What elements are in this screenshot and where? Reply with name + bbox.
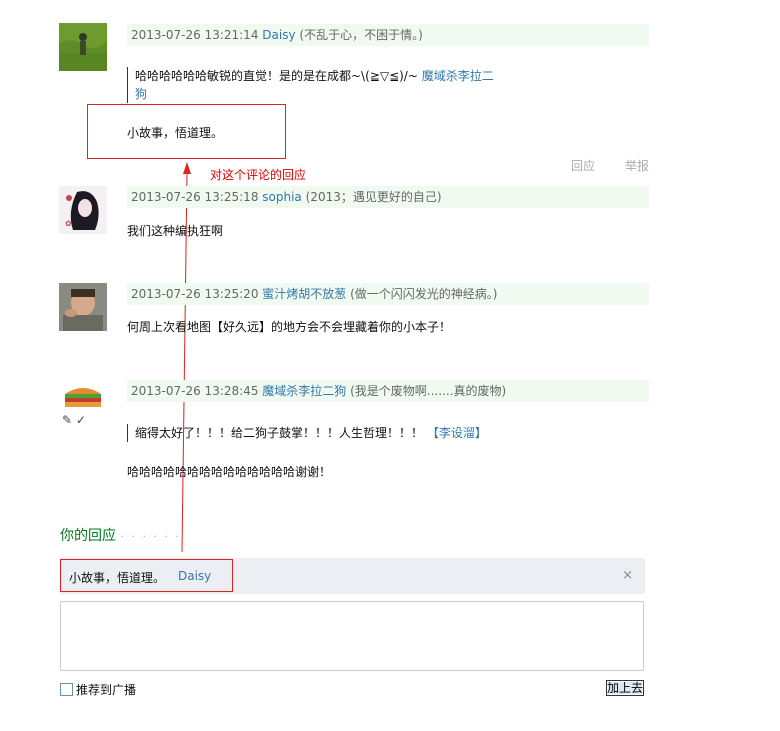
comment-meta: 2013-07-26 13:25:20 蜜汁烤胡不放葱 (做一个闪闪发光的神经病… xyxy=(127,283,649,305)
comment-meta: 2013-07-26 13:28:45 魔域杀李拉二狗 (我是个废物啊.....… xyxy=(127,380,649,402)
avatar-image: ✎ ✓ xyxy=(59,380,107,428)
comment-timestamp: 2013-07-26 13:21:14 xyxy=(131,28,259,42)
avatar-user[interactable] xyxy=(59,283,107,331)
avatar-daisy[interactable] xyxy=(59,23,107,71)
reply-action[interactable]: 回应 xyxy=(571,157,595,174)
reply-title-dots: · · · · · · xyxy=(120,530,181,543)
avatar-image xyxy=(59,23,107,71)
comment-signature: (我是个废物啊.......真的废物) xyxy=(350,384,507,398)
comment-body: 何周上次看地图【好久远】的地方会不会埋藏着你的小本子！ xyxy=(127,320,452,334)
submit-button[interactable]: 加上去 xyxy=(606,680,644,696)
avatar-moyu[interactable]: ✎ ✓ xyxy=(59,380,107,428)
svg-text:✎ ✓: ✎ ✓ xyxy=(62,413,86,427)
comment-body: 我们这种编执狂啊 xyxy=(127,224,224,238)
comment-timestamp: 2013-07-26 13:25:20 xyxy=(131,287,259,301)
comment-body: 小故事，悟道理。 xyxy=(127,126,224,140)
recommend-label: 推荐到广播 xyxy=(76,683,137,697)
quoted-author-link-cont[interactable]: 狗 xyxy=(135,87,147,101)
comment-signature: (2013；遇见更好的自己) xyxy=(305,190,442,204)
annotation-box-quote xyxy=(60,559,233,592)
comment-signature: (不乱于心，不困于情。) xyxy=(299,28,423,42)
avatar-image xyxy=(59,283,107,331)
comment-author-link[interactable]: Daisy xyxy=(262,28,295,42)
comment-body: 哈哈哈哈哈哈哈哈哈哈哈哈哈哈谢谢！ xyxy=(127,465,332,479)
comment-timestamp: 2013-07-26 13:25:18 xyxy=(131,190,259,204)
report-action[interactable]: 举报 xyxy=(625,157,649,174)
svg-text:✿: ✿ xyxy=(65,219,72,228)
comment-signature: (做一个闪闪发光的神经病。) xyxy=(350,287,498,301)
quoted-comment: 哈哈哈哈哈哈敏锐的直觉！是的是在成都~\(≧▽≦)/~ 魔域杀李拉二 狗 xyxy=(127,67,500,103)
comment-author-link[interactable]: 魔域杀李拉二狗 xyxy=(262,384,346,398)
quoted-author-link[interactable]: 【李设溜】 xyxy=(427,426,487,440)
comment-author-link[interactable]: 蜜汁烤胡不放葱 xyxy=(262,287,346,301)
quoted-comment: 缩得太好了！！！给二狗子鼓掌！！！人生哲理！！！ 【李设溜】 xyxy=(127,424,487,442)
avatar-sophia[interactable]: ✿ xyxy=(59,186,107,234)
reply-section-title: 你的回应 · · · · · · xyxy=(60,525,181,545)
comment-meta: 2013-07-26 13:25:18 sophia (2013；遇见更好的自己… xyxy=(127,186,649,208)
quoted-text: 缩得太好了！！！给二狗子鼓掌！！！人生哲理！！！ xyxy=(135,426,424,440)
annotation-arrow xyxy=(181,162,191,553)
comment-author-link[interactable]: sophia xyxy=(262,190,302,204)
reply-title-text: 你的回应 xyxy=(60,528,116,544)
avatar-image: ✿ xyxy=(59,186,107,234)
quoted-author-link[interactable]: 魔域杀李拉二 xyxy=(422,69,494,83)
close-icon[interactable]: × xyxy=(622,568,633,583)
annotation-label: 对这个评论的回应 xyxy=(210,168,307,182)
recommend-option[interactable]: 推荐到广播 xyxy=(60,681,136,698)
reply-textarea[interactable] xyxy=(60,601,644,671)
comment-timestamp: 2013-07-26 13:28:45 xyxy=(131,384,259,398)
quoted-text: 哈哈哈哈哈哈敏锐的直觉！是的是在成都~\(≧▽≦)/~ xyxy=(135,69,418,83)
recommend-checkbox[interactable] xyxy=(60,683,73,696)
comment-meta: 2013-07-26 13:21:14 Daisy (不乱于心，不困于情。) xyxy=(127,24,649,46)
